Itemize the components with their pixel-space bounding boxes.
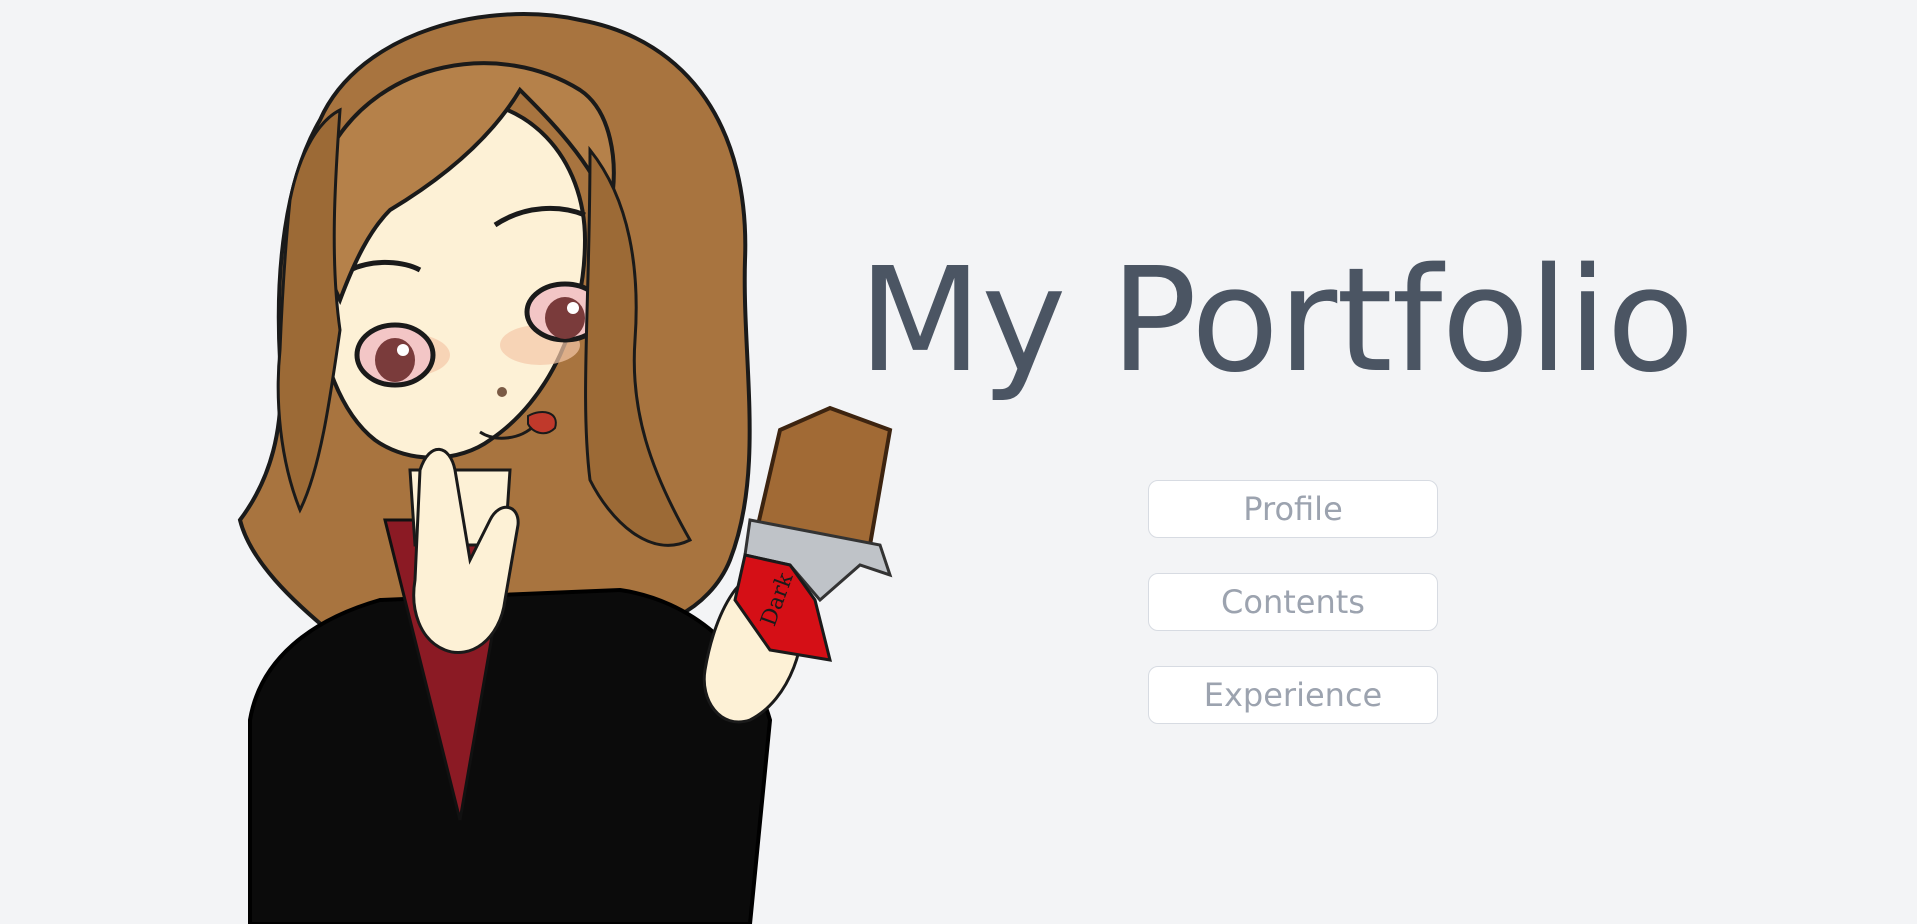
main-nav: Profile Contents Experience: [1148, 480, 1438, 724]
character-illustration: Dark: [237, 12, 893, 924]
page-title: My Portfolio: [858, 236, 1695, 404]
contents-button[interactable]: Contents: [1148, 573, 1438, 631]
experience-button[interactable]: Experience: [1148, 666, 1438, 724]
chocolate-bar-icon: Dark: [733, 405, 893, 662]
portfolio-page: Dark My Portfolio Profile Contents Exper…: [0, 0, 1917, 924]
profile-button[interactable]: Profile: [1148, 480, 1438, 538]
